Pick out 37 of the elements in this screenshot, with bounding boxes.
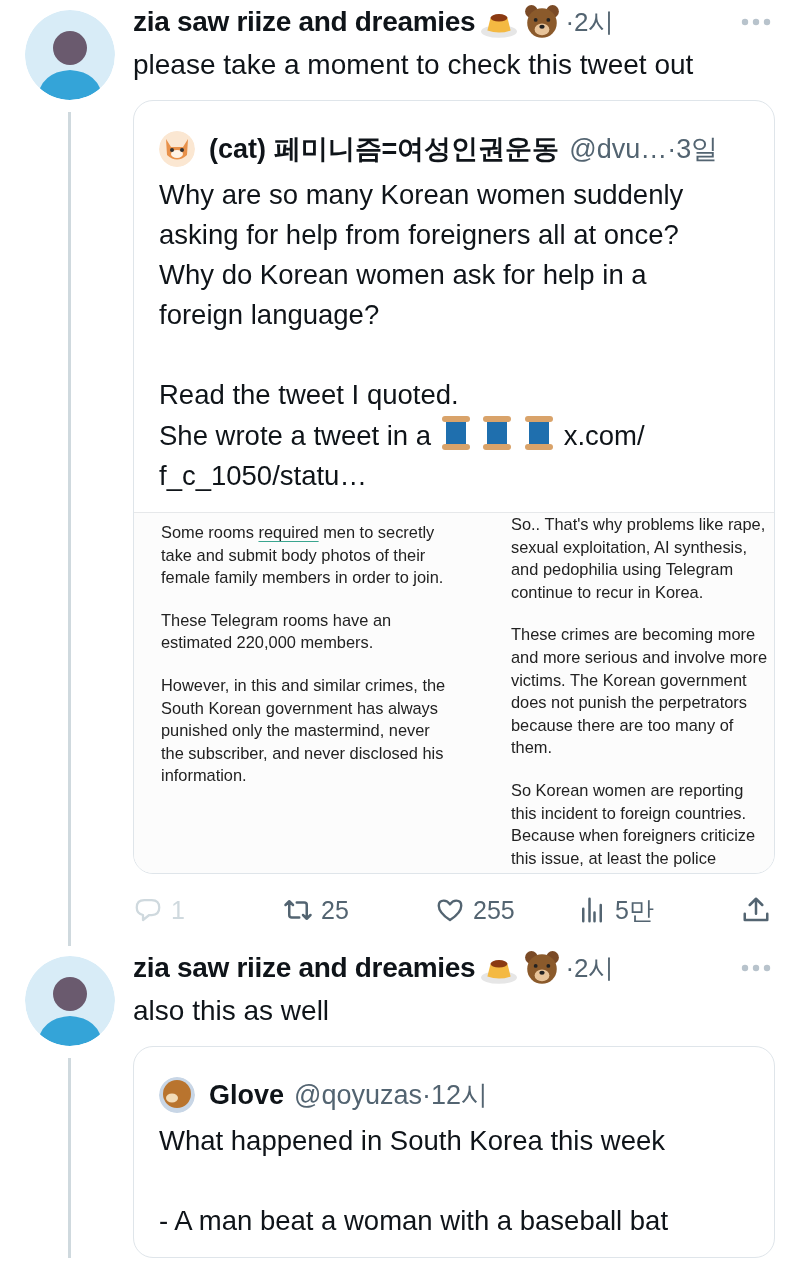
- spool-icon: [440, 415, 471, 451]
- quoted-tweet-card[interactable]: [133, 100, 775, 875]
- quote-text: Read the tweet I quoted.: [159, 379, 459, 410]
- spool-icon: [482, 415, 513, 451]
- post-time[interactable]: ·3일: [667, 131, 719, 167]
- screenshot-text: These crimes are becoming more and more serious and involve more victims. The Korean government does not punish the perpetrators because there are too many of them.: [511, 624, 768, 759]
- post-time[interactable]: ·2시: [565, 4, 615, 40]
- spool-icon: [524, 415, 555, 451]
- quote-text: What happened in South Korea this week: [159, 1125, 666, 1157]
- tweet-text: also this as well: [133, 994, 331, 1029]
- author-name[interactable]: zia saw riize and dreamies: [133, 6, 476, 38]
- quote-text: She wrote a tweet in a: [159, 420, 432, 451]
- screenshot-image[interactable]: [134, 512, 774, 874]
- screenshot-text: So Korean women are reporting this incident to foreign countries. Because when foreigners criticize this issue, at least the police: [511, 779, 757, 869]
- views-button[interactable]: 5만: [577, 893, 707, 927]
- author-handle[interactable]: @dvu…: [569, 133, 668, 165]
- quote-text: Why are so many Korean women suddenly asking for help from foreigners all at once? Why do Korean women ask for help in a foreign language?: [159, 179, 684, 330]
- quote-text: - A man beat a woman with a baseball bat: [159, 1205, 669, 1237]
- like-button[interactable]: 255: [435, 895, 577, 926]
- author-name[interactable]: zia saw riize and dreamies: [133, 952, 476, 985]
- quote-text: x.com/: [563, 420, 645, 451]
- post-time[interactable]: ·2시: [565, 950, 615, 986]
- screenshot-text: Some rooms required men to secretly take and submit body photos of their female family members in order to join.: [161, 522, 445, 589]
- tweet-text: please take a moment to check this tweet out: [133, 48, 695, 82]
- screenshot-text: So.. That's why problems like rape, sexual exploitation, AI synthesis, and pedophilia using Telegram continue to recur in Korea.: [511, 514, 767, 603]
- quote-text: f_c_1050/statu…: [159, 460, 367, 491]
- cat-avatar[interactable]: [159, 131, 195, 167]
- author-handle[interactable]: @qoyuzas: [294, 1079, 422, 1111]
- quoted-tweet-card[interactable]: Glove @qoyuzas·12시 What happened in South Korea this week - A man beat a woman with a baseball bat: [133, 1046, 775, 1259]
- avatar[interactable]: [159, 1077, 195, 1114]
- retweet-button[interactable]: 25: [283, 895, 435, 926]
- bear-icon: [523, 3, 562, 41]
- author-name[interactable]: Glove: [209, 1079, 285, 1111]
- screenshot-text: These Telegram rooms have an estimated 220,000 members.: [161, 609, 393, 654]
- screenshot-text: However, in this and similar crimes, the South Korean government has always punished only the mastermind, never the subscriber, and never disclosed his information.: [161, 674, 446, 787]
- post-time[interactable]: ·12시: [422, 1077, 489, 1114]
- author-name[interactable]: (cat) 페미니즘=여성인권운동: [209, 131, 560, 167]
